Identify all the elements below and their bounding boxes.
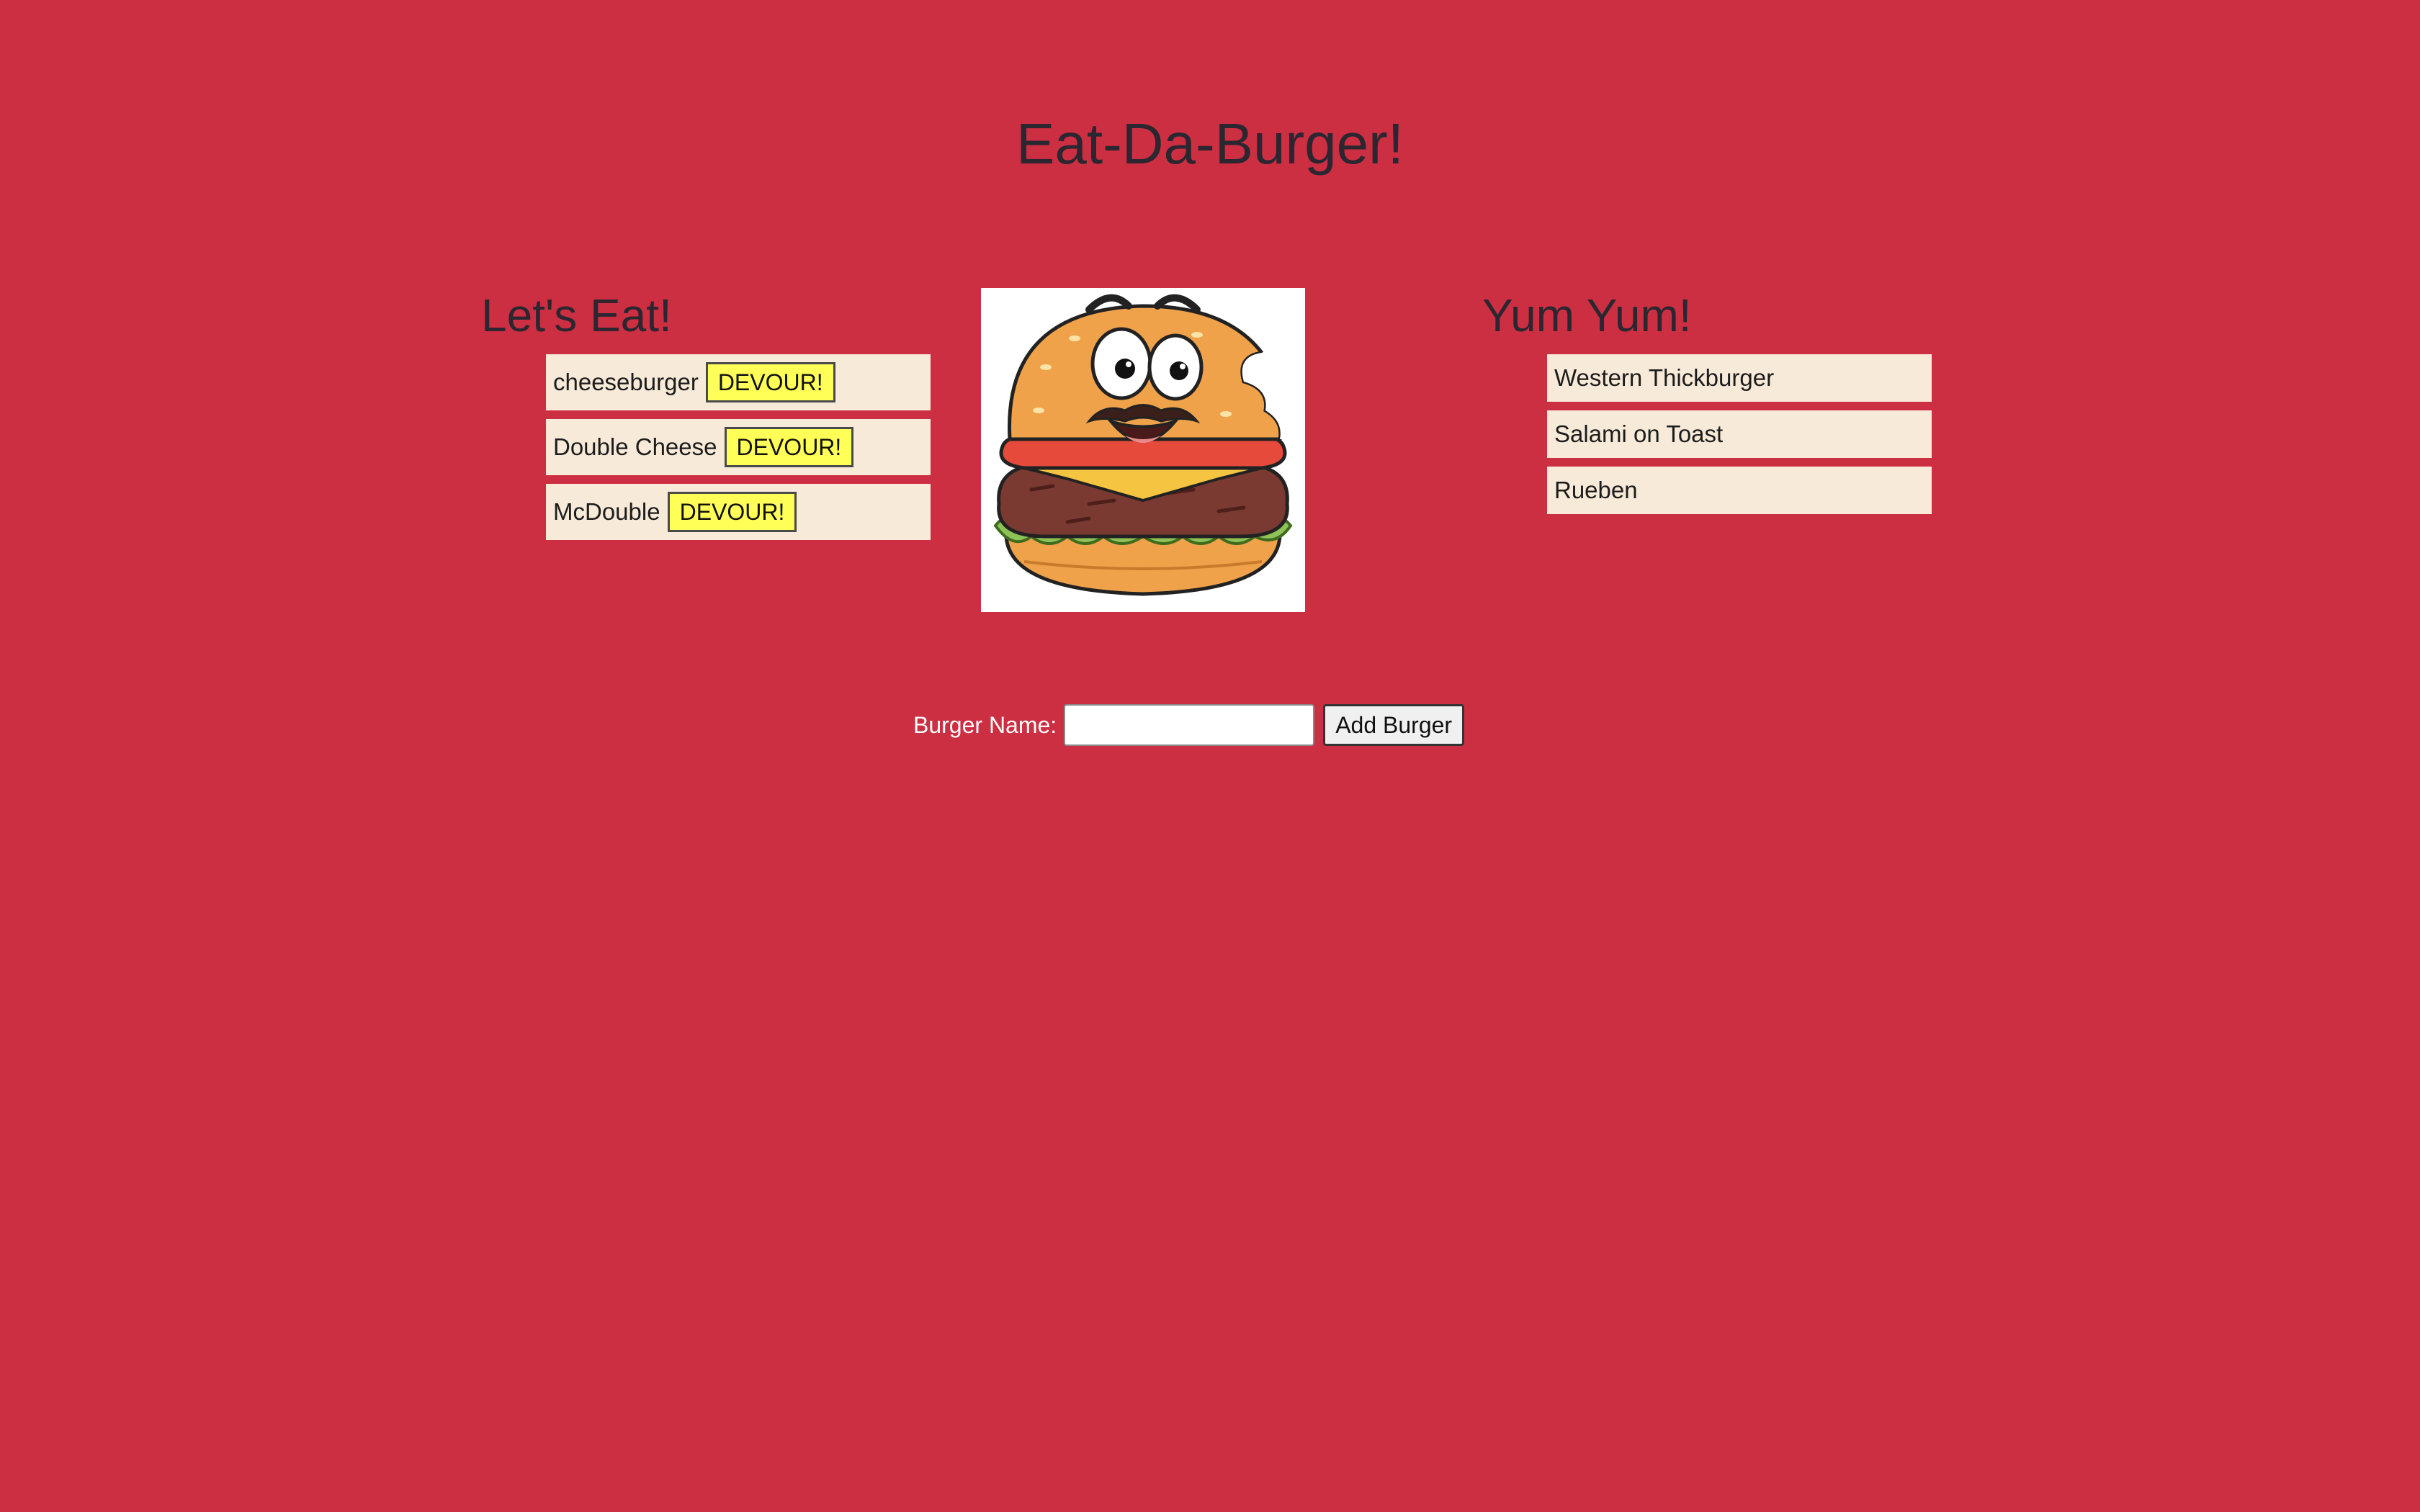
- burger-name: Western Thickburger: [1554, 364, 1775, 391]
- add-burger-form: Burger Name: Add Burger: [913, 703, 1465, 747]
- devour-button[interactable]: DEVOUR!: [667, 492, 797, 532]
- add-burger-button[interactable]: Add Burger: [1323, 704, 1465, 746]
- uneaten-list: cheeseburger DEVOUR! Double Cheese DEVOU…: [546, 354, 931, 549]
- devour-button[interactable]: DEVOUR!: [705, 362, 835, 402]
- uneaten-item-double-cheese: Double Cheese DEVOUR!: [546, 419, 931, 475]
- burger-name: Double Cheese: [553, 433, 717, 460]
- cartoon-burger-icon: [993, 294, 1298, 596]
- burger-name-label: Burger Name:: [913, 711, 1057, 738]
- burger-name: Salami on Toast: [1554, 420, 1724, 447]
- devour-button[interactable]: DEVOUR!: [724, 427, 854, 467]
- burger-name: Rueben: [1554, 477, 1638, 503]
- devoured-list: Western Thickburger Salami on Toast Rueb…: [1547, 354, 1932, 523]
- burger-name-input[interactable]: [1064, 704, 1315, 746]
- uneaten-item-cheeseburger: cheeseburger DEVOUR!: [546, 354, 931, 410]
- devoured-heading: Yum Yum!: [1482, 289, 1692, 341]
- devoured-item: Salami on Toast: [1547, 410, 1932, 458]
- burger-name: McDouble: [553, 498, 660, 525]
- page-title: Eat-Da-Burger!: [1016, 112, 1404, 176]
- uneaten-heading: Let's Eat!: [481, 289, 672, 341]
- devoured-item: Western Thickburger: [1547, 354, 1932, 402]
- burger-name: cheeseburger: [553, 369, 699, 395]
- burger-illustration: [981, 288, 1305, 612]
- uneaten-item-mcdouble: McDouble DEVOUR!: [546, 484, 931, 540]
- devoured-item: Rueben: [1547, 467, 1932, 514]
